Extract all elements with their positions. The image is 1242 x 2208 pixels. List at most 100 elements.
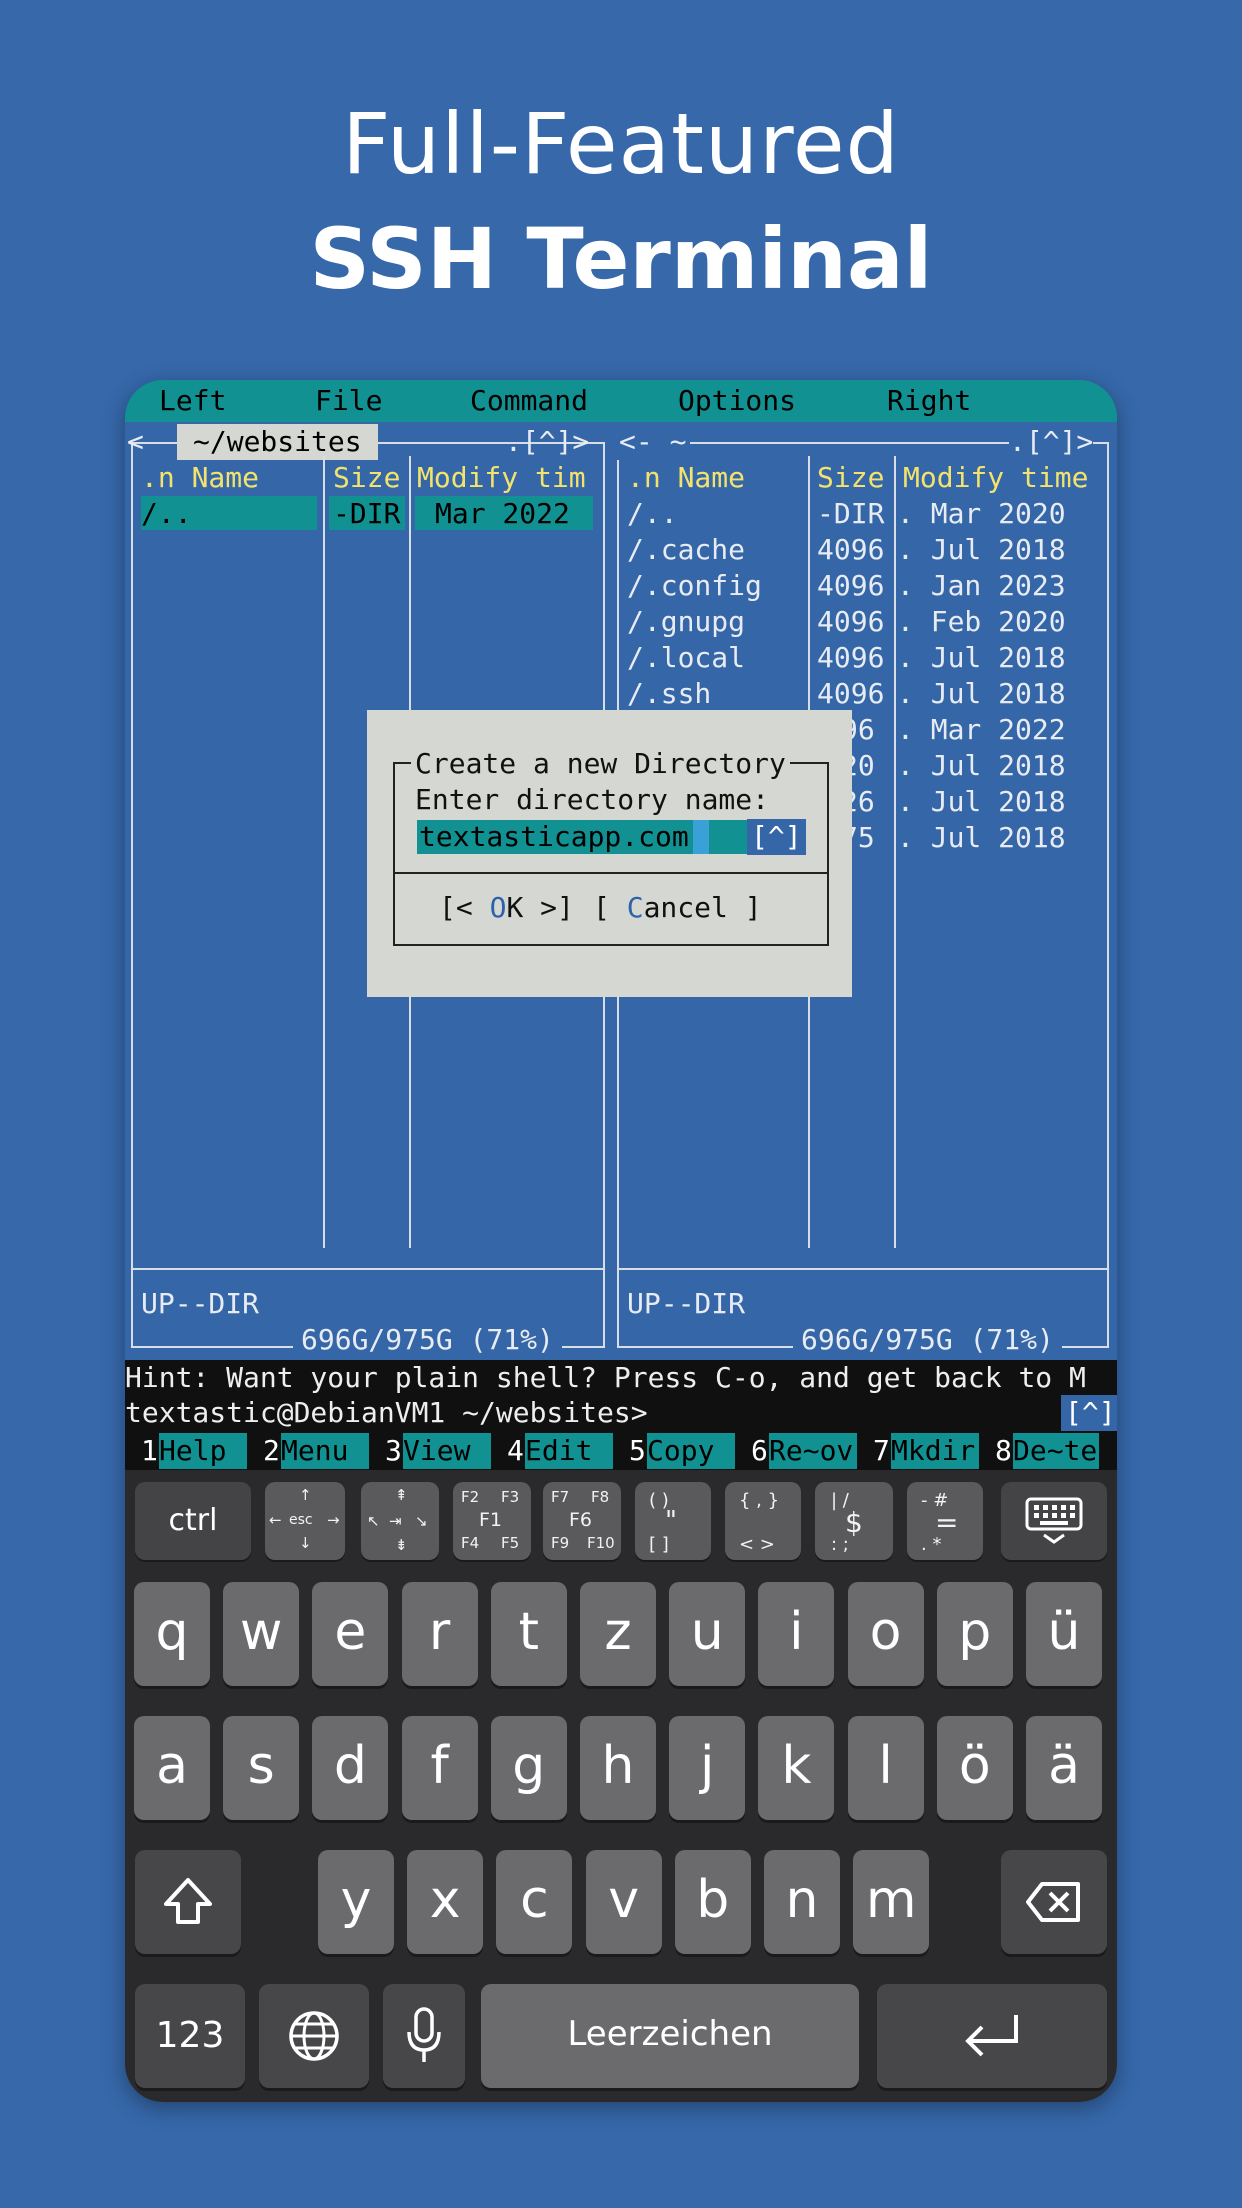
dictation-key[interactable]	[383, 1984, 465, 2088]
menu-options[interactable]: Options	[678, 383, 796, 419]
fkey-menu-button[interactable]: Menu	[281, 1433, 369, 1469]
menu-right[interactable]: Right	[887, 383, 971, 419]
fkey-copy-button[interactable]: Copy	[647, 1433, 735, 1469]
key-x[interactable]: x	[407, 1850, 484, 1954]
key-d[interactable]: d	[312, 1716, 389, 1820]
bracket-glyph: [ ]	[649, 1534, 669, 1555]
key-g[interactable]: g	[490, 1716, 567, 1820]
key-s[interactable]: s	[223, 1716, 300, 1820]
esc-label: esc	[289, 1512, 313, 1528]
key-l[interactable]: l	[847, 1716, 924, 1820]
left-row-name[interactable]: /..	[141, 496, 192, 532]
menu-file[interactable]: File	[315, 383, 382, 419]
return-key[interactable]	[877, 1984, 1107, 2088]
key-a[interactable]: a	[134, 1716, 210, 1820]
key-p[interactable]: p	[936, 1582, 1013, 1686]
hide-keyboard-key[interactable]	[1001, 1482, 1107, 1560]
directory-name-input[interactable]: textasticapp.com [^]	[417, 819, 806, 855]
right-row-name[interactable]: /.cache	[627, 532, 745, 568]
fkey-number: 3	[385, 1434, 402, 1467]
key-m[interactable]: m	[853, 1850, 930, 1954]
f6-key[interactable]: F7 F8 F6 F9 F10	[543, 1482, 621, 1560]
input-history-button[interactable]: [^]	[747, 819, 806, 855]
key-q[interactable]: q	[134, 1582, 210, 1686]
brace-key[interactable]: { , } < >	[725, 1482, 801, 1560]
ok-label-rest: K >]	[506, 891, 574, 924]
right-row-time: . Jul 2018	[897, 821, 1066, 854]
key-r[interactable]: r	[401, 1582, 478, 1686]
ok-bracket-left: [<	[439, 891, 490, 924]
fkey-help-button[interactable]: Help	[159, 1433, 247, 1469]
terminal[interactable]: Left File Command Options Right < ~/webs…	[125, 380, 1117, 1470]
f1-key[interactable]: F2 F3 F1 F4 F5	[453, 1482, 531, 1560]
key-k[interactable]: k	[758, 1716, 835, 1820]
microphone-icon	[407, 2007, 441, 2062]
home-icon: ↖	[367, 1512, 380, 1530]
fkey-number: 5	[629, 1434, 646, 1467]
dialog-title: Create a new Directory	[411, 746, 790, 782]
key-n[interactable]: n	[764, 1850, 840, 1954]
numbers-key[interactable]: 123	[135, 1984, 245, 2088]
key-c[interactable]: c	[496, 1850, 573, 1954]
key-ö[interactable]: ö	[936, 1716, 1013, 1820]
left-header-time[interactable]: Modify tim	[417, 460, 586, 496]
f9-label: F9	[551, 1534, 570, 1552]
shell-prompt[interactable]: textastic@DebianVM1 ~/websites>	[125, 1395, 648, 1431]
right-row-name[interactable]: /.config	[627, 568, 762, 604]
equals-key[interactable]: - # = . *	[907, 1482, 983, 1560]
shell-area[interactable]: Hint: Want your plain shell? Press C-o, …	[125, 1360, 1117, 1470]
fkey-edit-button[interactable]: Edit	[525, 1433, 613, 1469]
esc-arrows-key[interactable]: ↑ ← esc → ↓	[265, 1482, 345, 1560]
colon-glyph: : ;	[831, 1534, 849, 1555]
ctrl-key[interactable]: ctrl	[135, 1482, 251, 1560]
tab-nav-key[interactable]: ⇞ ↖ ⇥ ↘ ⇟	[361, 1482, 439, 1560]
key-ä[interactable]: ä	[1026, 1716, 1102, 1820]
fkey-mkdir-button[interactable]: Mkdir	[891, 1433, 979, 1469]
quotes-key[interactable]: ( ) " [ ]	[635, 1482, 711, 1560]
right-row-name[interactable]: /.local	[627, 640, 745, 676]
key-e[interactable]: e	[312, 1582, 389, 1686]
left-header-name[interactable]: .n Name	[141, 460, 259, 496]
key-ü[interactable]: ü	[1026, 1582, 1102, 1686]
f8-label: F8	[591, 1488, 610, 1506]
key-y[interactable]: y	[318, 1850, 394, 1954]
right-header-size[interactable]: Size	[817, 460, 884, 496]
right-row-name[interactable]: /..	[627, 496, 678, 532]
left-panel-history[interactable]: .[^]>	[505, 424, 589, 460]
arrow-down-small-icon: ⇟	[395, 1536, 408, 1554]
fkey-view-button[interactable]: View	[403, 1433, 491, 1469]
key-o[interactable]: o	[847, 1582, 924, 1686]
left-header-size[interactable]: Size	[333, 460, 400, 496]
dollar-key[interactable]: | / $ : ;	[815, 1482, 893, 1560]
menu-command[interactable]: Command	[470, 383, 588, 419]
right-row-name[interactable]: /.ssh	[627, 676, 711, 712]
key-t[interactable]: t	[490, 1582, 567, 1686]
globe-key[interactable]	[259, 1984, 369, 2088]
ok-button[interactable]: [< OK >]	[439, 890, 574, 926]
space-key[interactable]: Leerzeichen	[481, 1984, 859, 2088]
menu-left[interactable]: Left	[159, 383, 226, 419]
prompt-history-button[interactable]: [^]	[1061, 1395, 1117, 1431]
cancel-button[interactable]: [ Cancel ]	[593, 890, 762, 926]
cancel-bracket-left: [	[593, 891, 627, 924]
key-f[interactable]: f	[401, 1716, 478, 1820]
right-panel-history[interactable]: .[^]>	[1009, 424, 1094, 460]
key-v[interactable]: v	[585, 1850, 662, 1954]
f4-label: F4	[461, 1534, 480, 1552]
right-header-time[interactable]: Modify time	[903, 460, 1088, 496]
key-j[interactable]: j	[669, 1716, 746, 1820]
shift-key[interactable]	[135, 1850, 241, 1954]
key-z[interactable]: z	[580, 1582, 656, 1686]
key-w[interactable]: w	[223, 1582, 300, 1686]
backspace-key[interactable]	[1001, 1850, 1107, 1954]
directory-name-value: textasticapp.com	[419, 820, 689, 853]
right-header-name[interactable]: .n Name	[627, 460, 745, 496]
fkey-dete-button[interactable]: De~te	[1013, 1433, 1099, 1469]
right-row-name[interactable]: /.gnupg	[627, 604, 745, 640]
ok-hotkey: O	[489, 891, 507, 924]
key-i[interactable]: i	[758, 1582, 835, 1686]
key-u[interactable]: u	[669, 1582, 746, 1686]
key-h[interactable]: h	[580, 1716, 656, 1820]
key-b[interactable]: b	[674, 1850, 751, 1954]
fkey-reov-button[interactable]: Re~ov	[769, 1433, 857, 1469]
